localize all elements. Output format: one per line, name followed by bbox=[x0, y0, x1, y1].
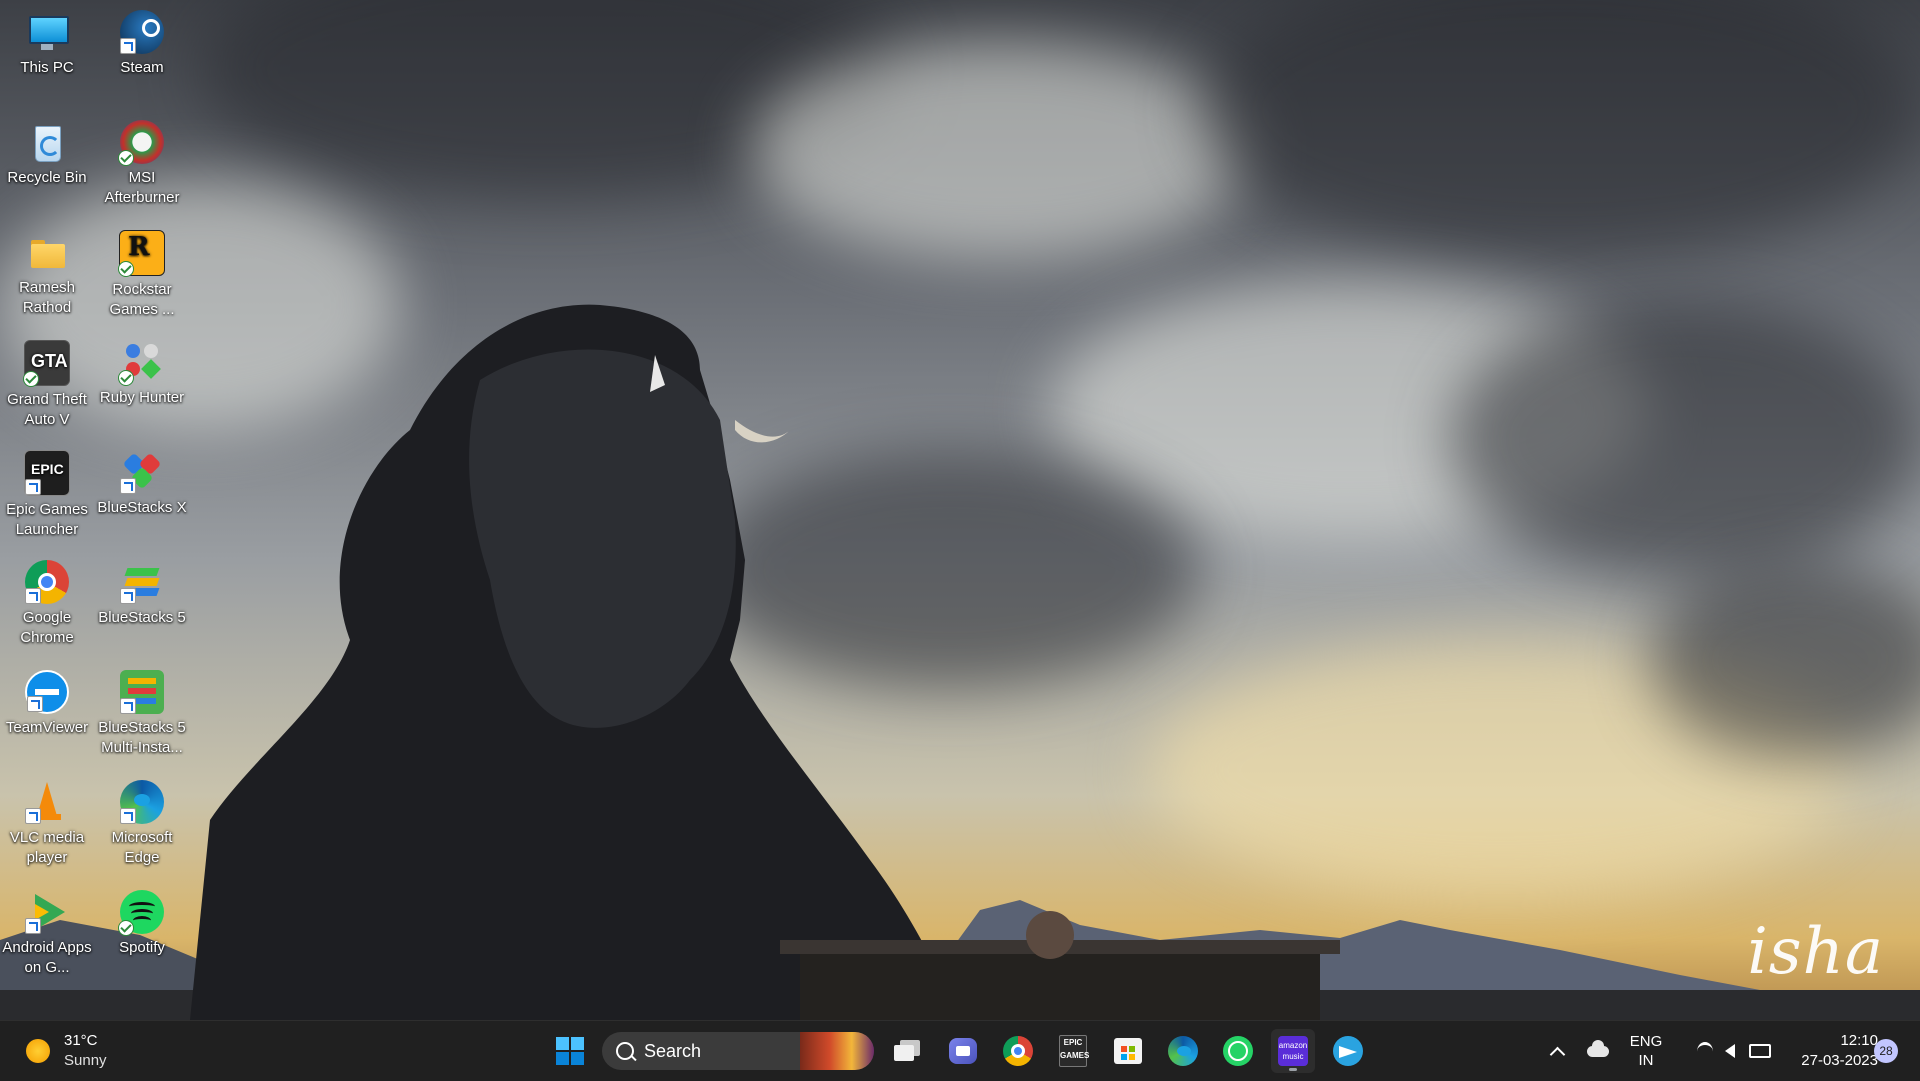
clock[interactable]: 12:10 27-03-2023 bbox=[1768, 1021, 1878, 1081]
desktop-icon-steam[interactable]: Steam bbox=[97, 4, 187, 78]
statue-silhouette bbox=[190, 304, 1340, 1020]
msi-afterburner-icon bbox=[118, 120, 164, 166]
windows-icon bbox=[556, 1037, 584, 1065]
desktop-icon-bluestacks-5[interactable]: BlueStacks 5 bbox=[97, 554, 187, 628]
task-view-button[interactable] bbox=[886, 1029, 930, 1073]
edge-taskbar-button[interactable] bbox=[1161, 1029, 1205, 1073]
amazon-music-icon: amazon music bbox=[1278, 1036, 1308, 1066]
wifi-icon bbox=[1697, 1041, 1713, 1061]
search-label: Search bbox=[644, 1040, 702, 1061]
chrome-taskbar-button[interactable] bbox=[996, 1029, 1040, 1073]
volume-icon bbox=[1725, 1044, 1735, 1058]
ruby-hunter-icon bbox=[118, 340, 164, 386]
wallpaper-logo: isha bbox=[1747, 915, 1884, 989]
search-highlight-icon bbox=[800, 1032, 874, 1070]
desktop-icon-msi-afterburner[interactable]: MSI Afterburner bbox=[97, 114, 187, 208]
gta-icon: GTA bbox=[23, 340, 70, 387]
desktop-icon-teamviewer[interactable]: TeamViewer bbox=[2, 664, 92, 738]
search-icon bbox=[616, 1042, 637, 1062]
epic-games-icon: EPIC bbox=[24, 450, 70, 496]
cloud-icon bbox=[1587, 1039, 1609, 1057]
edge-icon bbox=[120, 780, 164, 824]
desktop-icon-ramesh-rathod[interactable]: Ramesh Rathod bbox=[2, 224, 92, 318]
weather-widget[interactable]: 31°C Sunny bbox=[18, 1029, 128, 1073]
desktop-icon-microsoft-edge[interactable]: Microsoft Edge bbox=[97, 774, 187, 868]
desktop-icon-google-chrome[interactable]: Google Chrome bbox=[2, 554, 92, 648]
teams-icon bbox=[949, 1038, 977, 1064]
vlc-icon bbox=[25, 780, 69, 824]
monitor-icon bbox=[25, 10, 69, 54]
taskbar-search[interactable]: Search bbox=[602, 1032, 874, 1070]
google-play-icon bbox=[25, 890, 69, 934]
spotify-icon bbox=[118, 890, 164, 936]
microsoft-store-button[interactable] bbox=[1106, 1029, 1150, 1073]
epic-games-icon: EPIC GAMES bbox=[1059, 1035, 1089, 1067]
telegram-taskbar-button[interactable] bbox=[1326, 1029, 1370, 1073]
teamviewer-icon bbox=[25, 670, 69, 714]
desktop: isha This PC Steam Recycle Bin MSI After… bbox=[0, 0, 1920, 1020]
weather-temp: 31°C bbox=[64, 1032, 98, 1049]
clock-date: 27-03-2023 bbox=[1801, 1052, 1878, 1069]
clock-time: 12:10 bbox=[1840, 1032, 1878, 1049]
notification-badge[interactable]: 28 bbox=[1874, 1039, 1898, 1063]
desktop-icon-gta-v[interactable]: GTA Grand Theft Auto V bbox=[2, 334, 92, 430]
weather-condition: Sunny bbox=[64, 1052, 107, 1069]
desktop-icon-bluestacks-x[interactable]: BlueStacks X bbox=[97, 444, 187, 518]
whatsapp-taskbar-button[interactable] bbox=[1216, 1029, 1260, 1073]
desktop-icon-rockstar-games[interactable]: R Rockstar Games ... bbox=[97, 224, 187, 320]
chrome-icon bbox=[25, 560, 69, 604]
taskbar: 31°C Sunny Search EPIC GAMES amazon musi… bbox=[0, 1020, 1920, 1081]
telegram-icon bbox=[1333, 1036, 1363, 1066]
running-indicator bbox=[1289, 1068, 1297, 1071]
sun-icon bbox=[26, 1039, 50, 1063]
desktop-icon-vlc[interactable]: VLC media player bbox=[2, 774, 92, 868]
region-code: IN bbox=[1638, 1052, 1654, 1069]
start-button[interactable] bbox=[548, 1029, 592, 1073]
language-code: ENG bbox=[1629, 1033, 1663, 1050]
teams-chat-button[interactable] bbox=[941, 1029, 985, 1073]
desktop-icon-spotify[interactable]: Spotify bbox=[97, 884, 187, 958]
store-icon bbox=[1114, 1038, 1142, 1064]
task-view-icon bbox=[894, 1040, 922, 1062]
bluestacks-x-icon bbox=[120, 450, 164, 494]
show-hidden-icons-button[interactable] bbox=[1540, 1021, 1574, 1081]
bluestacks-5-icon bbox=[120, 560, 164, 604]
recycle-bin-icon bbox=[25, 120, 69, 164]
desktop-icon-this-pc[interactable]: This PC bbox=[2, 4, 92, 78]
desktop-icon-recycle-bin[interactable]: Recycle Bin bbox=[2, 114, 92, 188]
desktop-icon-ruby-hunter[interactable]: Ruby Hunter bbox=[97, 334, 187, 408]
desktop-icon-epic-games[interactable]: EPIC Epic Games Launcher bbox=[2, 444, 92, 540]
folder-icon bbox=[25, 230, 69, 274]
chevron-up-icon bbox=[1549, 1046, 1565, 1062]
bluestacks-multi-icon bbox=[120, 670, 164, 714]
chrome-icon bbox=[1003, 1036, 1033, 1066]
edge-icon bbox=[1168, 1036, 1198, 1066]
whatsapp-icon bbox=[1223, 1036, 1253, 1066]
desktop-icon-bluestacks-multi-instance[interactable]: BlueStacks 5 Multi-Insta... bbox=[97, 664, 187, 758]
desktop-icon-android-apps[interactable]: Android Apps on G... bbox=[2, 884, 92, 978]
language-indicator[interactable]: ENG IN bbox=[1622, 1021, 1670, 1081]
steam-icon bbox=[120, 10, 164, 54]
epic-games-taskbar-button[interactable]: EPIC GAMES bbox=[1051, 1029, 1095, 1073]
amazon-music-taskbar-button[interactable]: amazon music bbox=[1271, 1029, 1315, 1073]
onedrive-tray-icon[interactable] bbox=[1580, 1021, 1616, 1081]
rockstar-icon: R bbox=[118, 230, 165, 277]
